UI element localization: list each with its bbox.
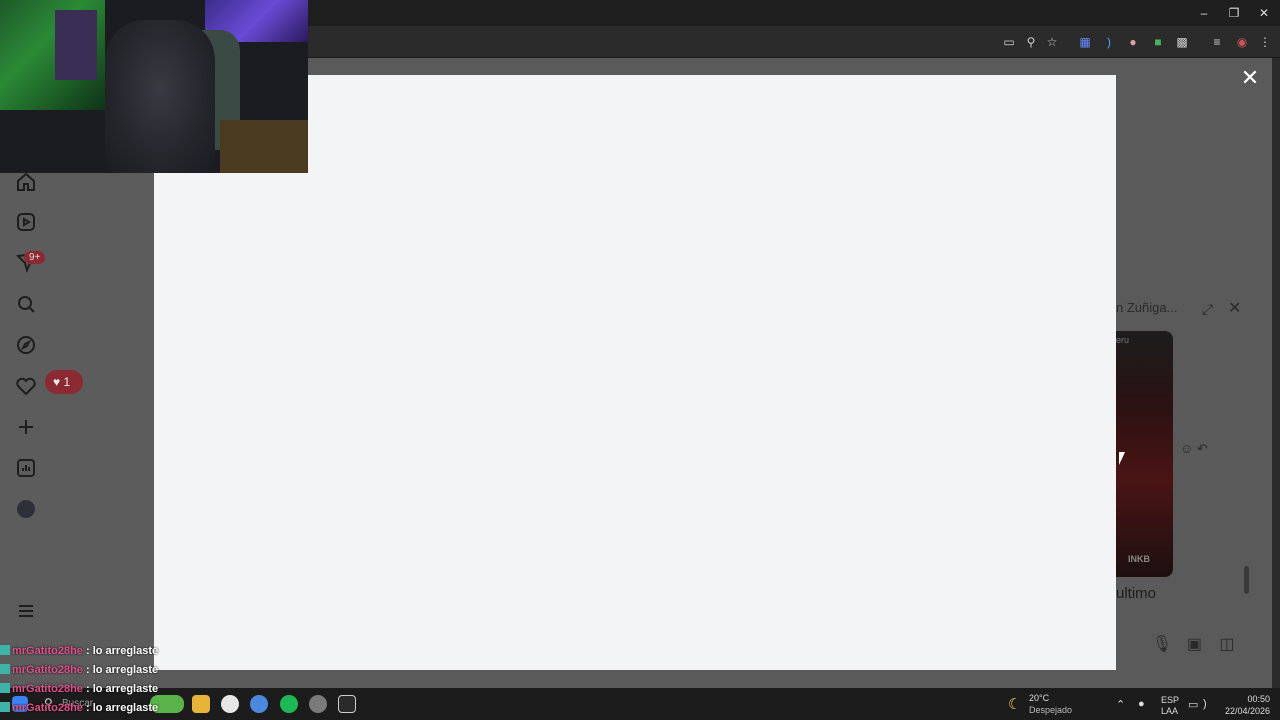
weather-description[interactable]: Despejado xyxy=(1029,705,1072,715)
stream-chat-line: mrGatito28he : lo arreglaste xyxy=(0,645,180,664)
chat-close-icon[interactable]: ✕ xyxy=(1228,298,1244,317)
chat-badge-icon xyxy=(0,702,10,712)
create-plus-icon[interactable] xyxy=(14,415,38,439)
app-icon[interactable] xyxy=(309,695,327,713)
chat-header: n Zuñiga... ⤢ ✕ xyxy=(1116,298,1256,322)
media-tag: eru xyxy=(1116,335,1130,345)
puzzle-icon[interactable]: ▩ xyxy=(1175,35,1189,49)
spotify-icon[interactable] xyxy=(280,695,298,713)
screen: – ❐ ✕ ▭ ⚲ ☆ ▦ ) ● ■ ▩ ≡ ◉ ⋮ 9+ ♥ 1 n Zuñ… xyxy=(0,0,1280,720)
stream-chat-line: mrGatito28he : lo arreglaste xyxy=(0,702,180,720)
chat-separator: : xyxy=(82,664,93,676)
chat-message-text: ultimo xyxy=(1116,585,1157,602)
chat-username: mrGatito28he xyxy=(12,645,83,657)
stream-chat-line: mrGatito28he : lo arreglaste xyxy=(0,683,180,702)
epic-games-icon[interactable] xyxy=(338,695,356,713)
clock-date[interactable]: 22/04/2026 xyxy=(1220,706,1270,716)
chat-message: lo arreglaste xyxy=(92,645,159,657)
chat-separator: : xyxy=(82,645,93,657)
heart-icon[interactable] xyxy=(14,374,38,398)
restore-button[interactable]: ❐ xyxy=(1224,4,1244,22)
webcam-person xyxy=(105,20,215,173)
likes-count: 1 xyxy=(63,375,71,389)
mic-icon[interactable]: 🎙 xyxy=(1150,634,1174,654)
search-icon[interactable] xyxy=(14,292,38,316)
translate-extension-icon[interactable]: ▦ xyxy=(1078,35,1092,49)
reply-icon[interactable]: ↶ xyxy=(1197,441,1208,456)
emoji-react-icon[interactable]: ☺ xyxy=(1180,441,1193,456)
dashboard-icon[interactable] xyxy=(14,456,38,480)
language-code[interactable]: ESP xyxy=(1161,695,1179,705)
audio-extension-icon[interactable]: ) xyxy=(1102,35,1116,49)
likes-notification-pill: ♥ 1 xyxy=(45,370,83,394)
weather-temperature[interactable]: 20°C xyxy=(1029,693,1049,703)
network-icon[interactable]: ▭ xyxy=(1188,698,1198,711)
close-icon[interactable]: ✕ xyxy=(1240,67,1260,89)
webcam-poster xyxy=(55,10,97,80)
file-explorer-icon[interactable] xyxy=(192,695,210,713)
profile-avatar[interactable] xyxy=(17,500,35,518)
message-actions: ☺ ↶ xyxy=(1180,441,1208,457)
extension-icon[interactable]: ● xyxy=(1126,35,1140,49)
chat-message: lo arreglaste xyxy=(92,683,159,695)
chat-contact-name[interactable]: n Zuñiga... xyxy=(1116,300,1177,315)
sticker-icon[interactable]: ◫ xyxy=(1215,634,1239,654)
bookmark-star-icon[interactable]: ☆ xyxy=(1045,35,1059,49)
profile-avatar-icon[interactable]: ◉ xyxy=(1235,35,1249,49)
chat-badge-icon xyxy=(0,683,10,693)
media-brand-logo: INKB xyxy=(1128,554,1150,564)
chat-message: lo arreglaste xyxy=(92,702,159,714)
chrome-icon[interactable] xyxy=(250,695,268,713)
image-icon[interactable]: ▣ xyxy=(1182,634,1206,654)
webcam-floor xyxy=(220,120,308,173)
minimize-button[interactable]: – xyxy=(1194,4,1214,22)
overwatch-icon[interactable] xyxy=(221,695,239,713)
media-list-icon[interactable]: ≡ xyxy=(1210,35,1224,49)
chat-username: mrGatito28he xyxy=(12,683,83,695)
cast-icon[interactable]: ▭ xyxy=(1002,35,1016,49)
webcam-overlay xyxy=(0,0,308,173)
chat-badge-icon xyxy=(0,664,10,674)
chat-badge-icon xyxy=(0,645,10,655)
chat-username: mrGatito28he xyxy=(12,664,83,676)
messages-badge: 9+ xyxy=(24,251,46,264)
volume-icon[interactable]: ) xyxy=(1203,698,1207,710)
chat-separator: : xyxy=(82,702,93,714)
badge-extension-icon[interactable]: ■ xyxy=(1151,35,1165,49)
kebab-menu-icon[interactable]: ⋮ xyxy=(1258,35,1272,49)
home-icon[interactable] xyxy=(14,170,38,194)
stream-chat-overlay: mrGatito28he : lo arreglaste mrGatito28h… xyxy=(0,645,180,720)
window-close-button[interactable]: ✕ xyxy=(1254,4,1274,22)
stream-chat-line: mrGatito28he : lo arreglaste xyxy=(0,664,180,683)
chat-separator: : xyxy=(82,683,93,695)
chat-message: lo arreglaste xyxy=(92,664,159,676)
weather-moon-icon: ☾ xyxy=(1008,696,1022,713)
hamburger-menu-icon[interactable] xyxy=(14,599,38,623)
chat-input-actions: 🎙 ▣ ◫ xyxy=(1150,634,1243,654)
page-scrollbar[interactable] xyxy=(1272,58,1280,688)
explore-icon[interactable] xyxy=(14,333,38,357)
zoom-icon[interactable]: ⚲ xyxy=(1024,35,1038,49)
tray-chevron-icon[interactable]: ⌃ xyxy=(1116,698,1125,711)
taskbar: ⚲ Buscar ☾ 20°C Despejado ⌃ ● ESP LAA ▭ … xyxy=(0,688,1280,720)
chat-scrollbar[interactable] xyxy=(1244,566,1249,594)
tray-mic-icon[interactable]: ● xyxy=(1138,698,1145,710)
keyboard-layout[interactable]: LAA xyxy=(1161,706,1178,716)
reels-icon[interactable] xyxy=(14,210,38,234)
expand-icon[interactable]: ⤢ xyxy=(1202,301,1216,317)
mouse-cursor xyxy=(1119,452,1125,465)
clock-time[interactable]: 00:50 xyxy=(1240,694,1270,704)
chat-username: mrGatito28he xyxy=(12,702,83,714)
